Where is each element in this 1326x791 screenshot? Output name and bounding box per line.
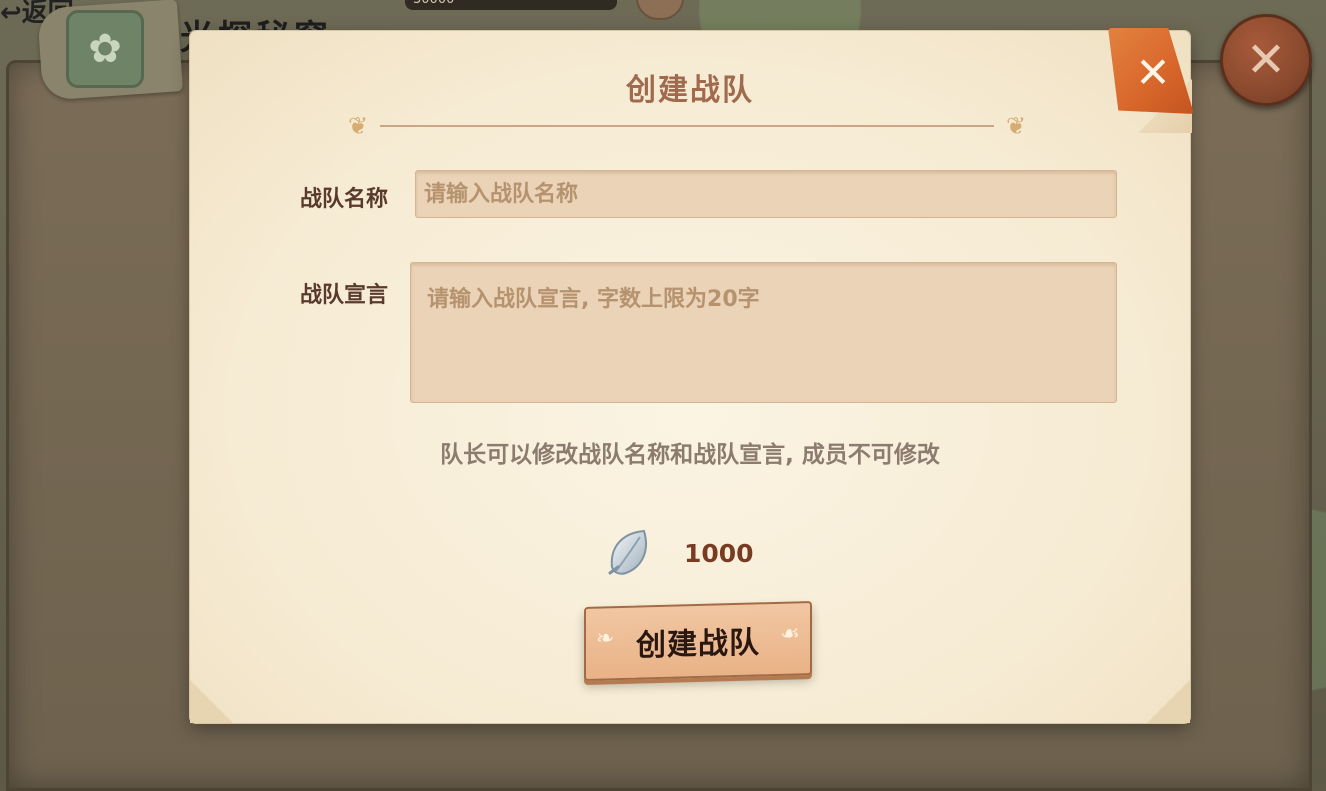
create-cost: 1000: [604, 525, 754, 581]
create-team-button-label: 创建战队: [636, 625, 760, 664]
team-name-input[interactable]: [415, 170, 1117, 218]
silver-leaf-icon: [608, 529, 647, 575]
create-team-dialog: 创建战队 ❦ ❦ ✕ 战队名称 战队宣言 队长可以修改战队名称和战队宣言, 成员…: [190, 28, 1194, 723]
team-name-label: 战队名称: [300, 187, 389, 212]
team-motto-input[interactable]: [410, 262, 1117, 403]
close-icon: ✕: [1135, 48, 1171, 97]
resource-value: 30000: [413, 0, 454, 7]
leaf-ornament-icon: ☙: [780, 621, 800, 647]
leaf-ornament-icon: ❧: [596, 626, 615, 652]
team-motto-label: 战队宣言: [300, 283, 389, 308]
cost-value: 1000: [684, 538, 754, 568]
title-divider: [380, 125, 994, 127]
team-emblem-icon: ✿: [66, 10, 144, 88]
resource-bar: 30000: [405, 0, 617, 10]
close-icon: ✕: [1245, 32, 1287, 88]
leaf-ornament-icon: ❦: [1005, 112, 1027, 140]
dialog-title: 创建战队: [626, 73, 754, 108]
back-arrow-icon: ↩: [0, 0, 22, 28]
leaf-ornament-icon: ❦: [347, 112, 369, 140]
create-team-button[interactable]: ❧ 创建战队 ☙: [584, 601, 812, 681]
dialog-close-button[interactable]: ✕: [1108, 28, 1194, 114]
background-close-button[interactable]: ✕: [1220, 14, 1312, 106]
edit-permission-hint: 队长可以修改战队名称和战队宣言, 成员不可修改: [440, 442, 940, 468]
